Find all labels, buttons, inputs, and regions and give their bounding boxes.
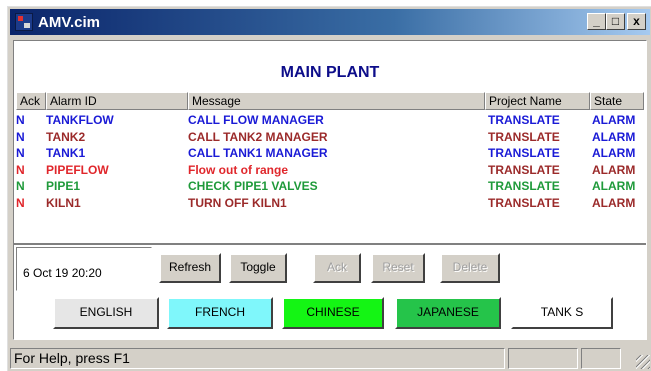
language-button-tank-s[interactable]: TANK S	[511, 297, 613, 329]
resize-grip-icon[interactable]	[636, 355, 650, 369]
alarm-project: TRANSLATE	[488, 195, 560, 210]
status-pane	[508, 348, 578, 369]
alarm-row[interactable]: N KILN1 TURN OFF KILN1 TRANSLATE ALARM	[16, 195, 644, 212]
alarm-state: ALARM	[592, 179, 636, 193]
alarm-project: TRANSLATE	[488, 162, 560, 177]
refresh-button[interactable]: Refresh	[159, 253, 221, 283]
language-button-french[interactable]: FRENCH	[167, 297, 273, 329]
alarm-project: TRANSLATE	[488, 129, 560, 144]
ack-button[interactable]: Ack	[313, 253, 361, 283]
language-button-japanese[interactable]: JAPANESE	[395, 297, 501, 329]
alarm-project: TRANSLATE	[488, 179, 560, 193]
column-header-ack[interactable]: Ack	[16, 92, 46, 110]
alarm-id: TANKFLOW	[46, 113, 114, 127]
alarm-ack: N	[16, 179, 25, 193]
alarm-row[interactable]: N PIPE1 CHECK PIPE1 VALVES TRANSLATE ALARM	[16, 178, 644, 195]
language-button-chinese[interactable]: CHINESE	[282, 297, 384, 329]
alarm-state: ALARM	[592, 162, 636, 177]
alarm-ack: N	[16, 162, 25, 177]
title-bar[interactable]: AMV.cim _ □ x	[10, 9, 650, 35]
alarm-id: PIPEFLOW	[46, 162, 109, 177]
alarm-state: ALARM	[592, 146, 636, 160]
minimize-button[interactable]: _	[587, 13, 606, 30]
app-icon[interactable]	[15, 13, 33, 31]
resize-grip-area[interactable]	[624, 348, 650, 369]
alarm-ack: N	[16, 113, 25, 127]
alarm-message: CHECK PIPE1 VALVES	[188, 179, 318, 193]
window-title: AMV.cim	[38, 14, 100, 31]
alarm-project: TRANSLATE	[488, 146, 560, 160]
alarm-table-header: Ack Alarm ID Message Project Name State	[16, 92, 644, 110]
alarm-message: CALL TANK1 MANAGER	[188, 146, 328, 160]
application-window: AMV.cim _ □ x MAIN PLANT Ack Alarm ID Me…	[7, 6, 651, 371]
delete-button[interactable]: Delete	[440, 253, 500, 283]
alarm-state: ALARM	[592, 195, 636, 210]
alarm-ack: N	[16, 195, 25, 210]
status-text: For Help, press F1	[10, 348, 505, 369]
maximize-button[interactable]: □	[606, 13, 625, 30]
page-title: MAIN PLANT	[280, 64, 380, 81]
alarm-message: CALL TANK2 MANAGER	[188, 129, 328, 144]
close-button[interactable]: x	[627, 13, 646, 30]
alarm-state: ALARM	[592, 129, 636, 144]
status-bar: For Help, press F1	[10, 348, 650, 369]
datetime-panel: 6 Oct 19 20:20	[16, 247, 152, 291]
alarm-id: TANK1	[46, 146, 86, 160]
alarm-row[interactable]: N TANK2 CALL TANK2 MANAGER TRANSLATE ALARM	[16, 129, 644, 146]
reset-button[interactable]: Reset	[371, 253, 425, 283]
alarm-message: TURN OFF KILN1	[188, 195, 287, 210]
datetime-display: 6 Oct 19 20:20	[23, 266, 102, 280]
alarm-row[interactable]: N PIPEFLOW Flow out of range TRANSLATE ALARM	[16, 162, 644, 179]
alarm-message: Flow out of range	[188, 162, 288, 177]
alarm-row[interactable]: N TANKFLOW CALL FLOW MANAGER TRANSLATE ALARM	[16, 112, 644, 129]
alarm-list: N TANKFLOW CALL FLOW MANAGER TRANSLATE ALARM…	[16, 112, 644, 211]
divider	[14, 243, 646, 245]
alarm-project: TRANSLATE	[488, 113, 560, 127]
client-area: MAIN PLANT Ack Alarm ID Message Project …	[13, 40, 647, 340]
alarm-id: PIPE1	[46, 179, 81, 193]
column-header-state[interactable]: State	[590, 92, 644, 110]
status-pane	[581, 348, 621, 369]
alarm-state: ALARM	[592, 113, 636, 127]
alarm-id: TANK2	[46, 129, 86, 144]
toggle-button[interactable]: Toggle	[229, 253, 287, 283]
alarm-ack: N	[16, 146, 25, 160]
column-header-project-name[interactable]: Project Name	[485, 92, 590, 110]
alarm-message: CALL FLOW MANAGER	[188, 113, 324, 127]
language-button-english[interactable]: ENGLISH	[53, 297, 159, 329]
alarm-ack: N	[16, 129, 25, 144]
column-header-message[interactable]: Message	[188, 92, 485, 110]
alarm-id: KILN1	[46, 195, 81, 210]
alarm-row[interactable]: N TANK1 CALL TANK1 MANAGER TRANSLATE ALARM	[16, 145, 644, 162]
column-header-alarm-id[interactable]: Alarm ID	[46, 92, 188, 110]
